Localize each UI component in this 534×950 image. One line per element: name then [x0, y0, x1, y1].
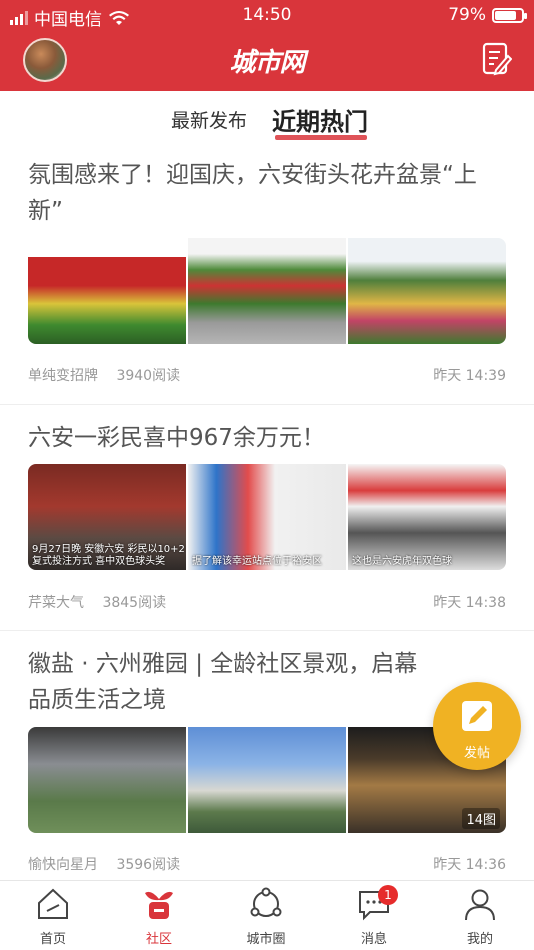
- post-author[interactable]: 愉快向星月: [28, 857, 98, 873]
- post-image[interactable]: [28, 727, 186, 833]
- tab-label: 消息: [360, 932, 387, 947]
- post-image[interactable]: [188, 238, 346, 344]
- tab-hot[interactable]: 近期热门: [272, 102, 368, 137]
- tab-community[interactable]: 社区: [119, 887, 199, 947]
- post-reads: 3596阅读: [116, 857, 181, 873]
- post-title[interactable]: 六安一彩民喜中967余万元！: [28, 420, 506, 456]
- tab-active-indicator: [275, 135, 367, 140]
- fab-label: 发帖: [463, 746, 490, 761]
- post-meta: 愉快向星月 3596阅读 昨天 14:36: [28, 854, 506, 874]
- post-image[interactable]: [28, 238, 186, 344]
- tab-label: 我的: [466, 932, 493, 947]
- app-logo: 城市网: [229, 48, 305, 78]
- image-caption: 这也是六安虎年双色球: [352, 556, 452, 567]
- bottom-tab-bar: 首页 社区 城市圈 1 消息 我的: [0, 880, 534, 950]
- app-header: 中国电信 14:50 79% 城市网: [0, 0, 534, 91]
- tab-home[interactable]: 首页: [13, 887, 93, 947]
- post-meta: 单纯变招牌 3940阅读 昨天 14:39: [28, 365, 506, 385]
- community-icon: [145, 891, 173, 919]
- tab-label: 首页: [39, 932, 66, 947]
- city-circle-icon: [250, 887, 282, 917]
- tab-label: 城市圈: [246, 932, 286, 947]
- image-caption: 据了解该幸运站点位于裕安区: [192, 556, 322, 567]
- post-reads: 3940阅读: [116, 368, 181, 384]
- post-fab-button[interactable]: 发帖: [433, 682, 521, 770]
- home-icon: [38, 888, 68, 919]
- post-author[interactable]: 单纯变招牌: [28, 368, 98, 384]
- post-author[interactable]: 芹菜大气: [28, 595, 84, 611]
- battery-icon: [492, 7, 527, 23]
- edit-note-icon[interactable]: [482, 42, 512, 76]
- image-caption: 9月27日晚 安徽六安 彩民以10+2复式投注方式 喜中双色球头奖: [32, 544, 185, 567]
- feed-tabs: 最新发布 近期热门: [0, 100, 534, 144]
- tab-profile[interactable]: 我的: [440, 887, 520, 947]
- post-title[interactable]: 徽盐 · 六州雅园 | 全龄社区景观，启幕品质生活之境: [28, 646, 434, 718]
- profile-icon: [465, 889, 495, 921]
- post-reads: 3845阅读: [102, 595, 167, 611]
- post-card[interactable]: 六安一彩民喜中967余万元！ 9月27日晚 安徽六安 彩民以10+2复式投注方式…: [0, 406, 534, 631]
- tab-label: 社区: [145, 932, 172, 947]
- tab-messages[interactable]: 1 消息: [334, 885, 414, 947]
- post-time: 昨天 14:39: [433, 368, 506, 384]
- post-time: 昨天 14:36: [433, 857, 506, 873]
- post-image[interactable]: 这也是六安虎年双色球: [348, 464, 506, 570]
- image-count: 14图: [462, 808, 500, 829]
- battery-percent: 79%: [448, 5, 486, 25]
- post-image[interactable]: [348, 238, 506, 344]
- nav-bar: 城市网: [0, 30, 534, 91]
- post-time: 昨天 14:38: [433, 595, 506, 611]
- post-card[interactable]: 氛围感来了！迎国庆，六安街头花卉盆景“上新” 单纯变招牌 3940阅读 昨天 1…: [0, 150, 534, 405]
- status-bar: 中国电信 14:50 79%: [0, 0, 534, 30]
- post-images[interactable]: [28, 238, 506, 344]
- tab-city-circle[interactable]: 城市圈: [226, 887, 306, 947]
- compose-icon: [462, 701, 492, 731]
- unread-badge: 1: [378, 885, 398, 905]
- tab-latest[interactable]: 最新发布: [171, 106, 247, 133]
- post-image[interactable]: 据了解该幸运站点位于裕安区: [188, 464, 346, 570]
- post-images[interactable]: 9月27日晚 安徽六安 彩民以10+2复式投注方式 喜中双色球头奖 据了解该幸运…: [28, 464, 506, 570]
- post-image[interactable]: 9月27日晚 安徽六安 彩民以10+2复式投注方式 喜中双色球头奖: [28, 464, 186, 570]
- post-image[interactable]: [188, 727, 346, 833]
- post-meta: 芹菜大气 3845阅读 昨天 14:38: [28, 592, 506, 612]
- post-title[interactable]: 氛围感来了！迎国庆，六安街头花卉盆景“上新”: [28, 157, 506, 229]
